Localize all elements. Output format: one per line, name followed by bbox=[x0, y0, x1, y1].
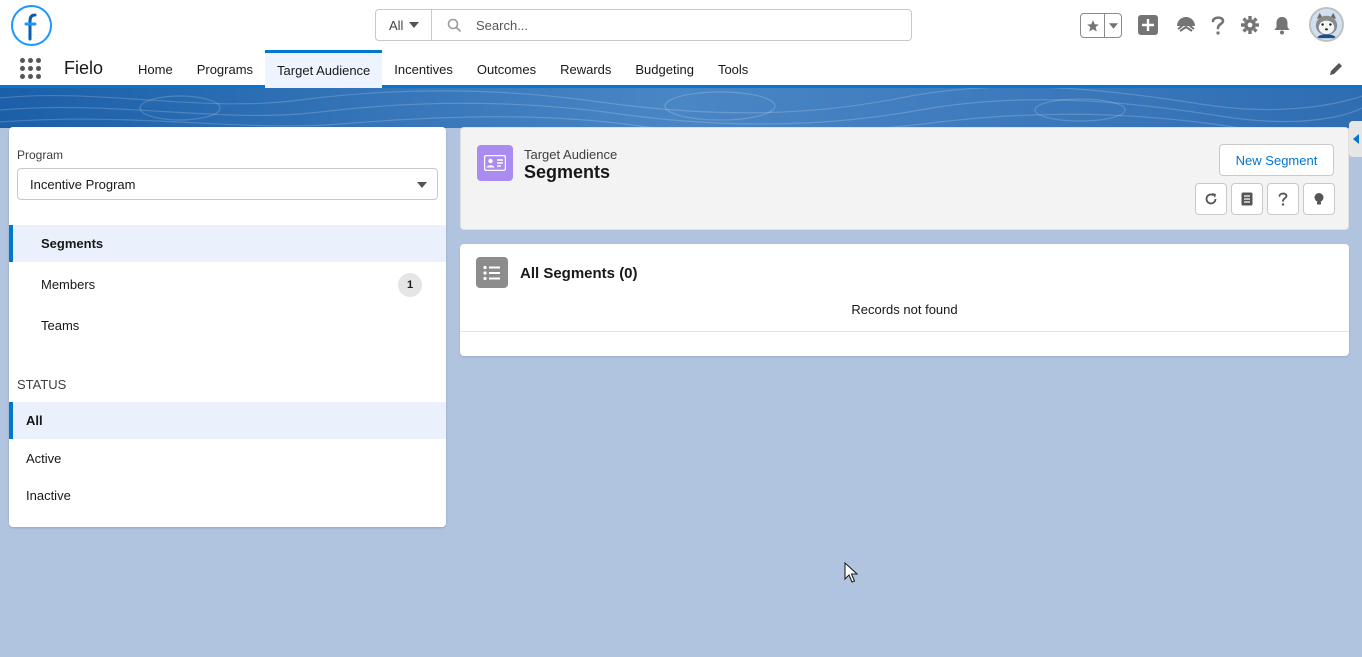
app-nav-bar: Fielo Home Programs Target Audience Ince… bbox=[0, 50, 1362, 88]
refresh-icon bbox=[1205, 193, 1217, 205]
search-scope-dropdown[interactable]: All bbox=[376, 10, 432, 40]
decorative-banner bbox=[0, 88, 1362, 128]
nav-item-rewards[interactable]: Rewards bbox=[548, 50, 623, 88]
status-filter-label: Inactive bbox=[26, 488, 71, 503]
divider bbox=[460, 331, 1349, 332]
status-filter-label: All bbox=[26, 413, 43, 428]
status-heading: STATUS bbox=[17, 377, 67, 392]
refresh-button[interactable] bbox=[1195, 183, 1227, 215]
left-filter-panel: Program Incentive Program Segments Membe… bbox=[9, 127, 446, 527]
chevron-down-icon bbox=[409, 22, 420, 28]
global-header: All bbox=[0, 0, 1362, 50]
topographic-pattern-icon bbox=[0, 88, 1362, 128]
favorites-star-icon[interactable] bbox=[1081, 14, 1105, 37]
list-view-button[interactable] bbox=[1231, 183, 1263, 215]
sidebar-item-label: Members bbox=[41, 277, 96, 292]
fielo-logo[interactable] bbox=[11, 5, 52, 46]
status-filter-active[interactable]: Active bbox=[9, 440, 446, 477]
fielo-logo-icon bbox=[24, 13, 36, 40]
sidebar-item-members[interactable]: Members 1 bbox=[9, 266, 446, 303]
trailhead-icon[interactable] bbox=[1175, 14, 1197, 36]
program-select[interactable]: Incentive Program bbox=[17, 168, 438, 200]
global-search: All bbox=[375, 9, 912, 41]
sidebar-item-label: Teams bbox=[41, 318, 80, 333]
status-filter-inactive[interactable]: Inactive bbox=[9, 477, 446, 514]
notification-bell-icon[interactable] bbox=[1271, 14, 1293, 36]
members-count-badge: 1 bbox=[398, 273, 422, 297]
nav-items: Home Programs Target Audience Incentives… bbox=[126, 50, 760, 88]
nav-item-programs[interactable]: Programs bbox=[185, 50, 265, 88]
chevron-left-icon bbox=[1352, 134, 1359, 144]
chevron-down-icon bbox=[417, 182, 427, 188]
search-scope-label: All bbox=[389, 17, 404, 33]
edit-pencil-icon[interactable] bbox=[1328, 61, 1346, 79]
utility-panel-toggle[interactable] bbox=[1349, 121, 1362, 157]
page-title: Segments bbox=[524, 162, 611, 182]
sidebar-item-label: Segments bbox=[41, 236, 104, 251]
favorites-button[interactable] bbox=[1080, 13, 1122, 38]
new-segment-button[interactable]: New Segment bbox=[1219, 144, 1334, 176]
page-header: Target Audience Segments New Segment bbox=[460, 127, 1349, 230]
app-name: Fielo bbox=[64, 58, 104, 78]
segments-list-card: All Segments (0) Records not found bbox=[460, 244, 1349, 356]
page-eyebrow: Target Audience bbox=[524, 147, 618, 162]
list-icon bbox=[476, 257, 508, 288]
list-title: All Segments (0) bbox=[520, 265, 638, 282]
status-filter-all[interactable]: All bbox=[9, 402, 446, 439]
nav-item-target-audience[interactable]: Target Audience bbox=[265, 50, 383, 88]
search-icon bbox=[432, 10, 476, 40]
nav-item-incentives[interactable]: Incentives bbox=[382, 50, 465, 88]
segment-contact-card-icon bbox=[477, 145, 513, 181]
app-launcher-icon[interactable] bbox=[20, 58, 42, 80]
help-icon bbox=[1278, 192, 1288, 206]
favorites-menu-icon[interactable] bbox=[1105, 14, 1121, 37]
setup-gear-icon[interactable] bbox=[1239, 14, 1261, 36]
program-select-value: Incentive Program bbox=[30, 176, 136, 192]
nav-item-budgeting[interactable]: Budgeting bbox=[623, 50, 706, 88]
nav-item-home[interactable]: Home bbox=[126, 50, 185, 88]
user-avatar[interactable] bbox=[1309, 7, 1344, 42]
tips-button[interactable] bbox=[1303, 183, 1335, 215]
list-view-icon bbox=[1241, 192, 1253, 206]
nav-item-tools[interactable]: Tools bbox=[706, 50, 760, 88]
lightbulb-icon bbox=[1314, 193, 1324, 205]
sidebar-item-segments[interactable]: Segments bbox=[9, 225, 446, 262]
help-icon[interactable] bbox=[1207, 14, 1229, 36]
nav-item-outcomes[interactable]: Outcomes bbox=[465, 50, 548, 88]
mouse-cursor-icon bbox=[844, 561, 859, 587]
search-input[interactable] bbox=[476, 10, 911, 40]
help-button[interactable] bbox=[1267, 183, 1299, 215]
add-icon[interactable] bbox=[1137, 14, 1159, 36]
empty-state-message: Records not found bbox=[851, 302, 958, 317]
sidebar-item-teams[interactable]: Teams bbox=[9, 307, 446, 344]
status-filter-label: Active bbox=[26, 451, 62, 466]
program-label: Program bbox=[17, 148, 64, 162]
